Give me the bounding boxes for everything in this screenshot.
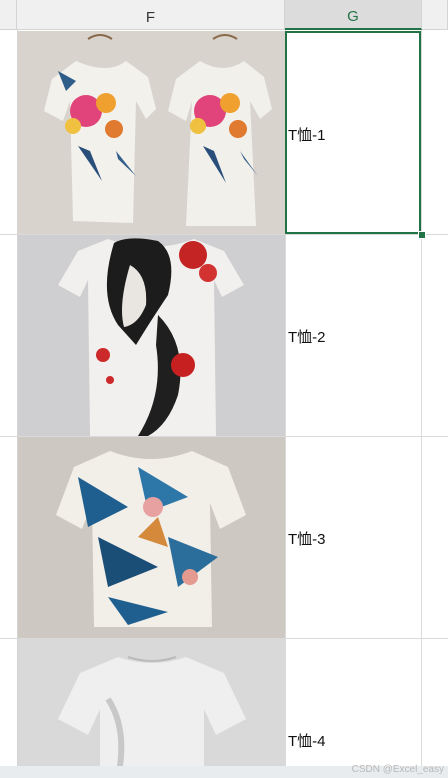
tshirt-image-3[interactable] [18, 437, 285, 638]
tshirt-image-1[interactable] [18, 31, 285, 234]
cell-g-label-2[interactable]: T恤-2 [288, 326, 326, 347]
cell-g-label-4[interactable]: T恤-4 [288, 730, 326, 751]
gridline [421, 30, 422, 778]
tshirt-image-4[interactable] [18, 639, 285, 778]
fill-handle[interactable] [418, 231, 426, 239]
active-cell-selection[interactable] [285, 31, 421, 234]
floral-tshirt-picture [18, 31, 285, 234]
column-header-f[interactable]: F [17, 0, 285, 30]
spreadsheet: F G T恤-1 T恤-2 T恤-3 T恤-4 CSDN @Excel_easy [0, 0, 448, 778]
tropical-tshirt-picture [18, 437, 285, 638]
row-header-strip[interactable] [0, 30, 18, 778]
watermark: CSDN @Excel_easy [351, 764, 444, 775]
tshirt-image-2[interactable] [18, 235, 285, 436]
plain-tshirt-picture [18, 639, 285, 778]
column-header-g[interactable]: G [285, 0, 422, 30]
cell-g-label-3[interactable]: T恤-3 [288, 528, 326, 549]
corner-header[interactable] [0, 0, 17, 30]
portrait-tshirt-picture [18, 235, 285, 436]
column-header-h[interactable] [422, 0, 448, 30]
